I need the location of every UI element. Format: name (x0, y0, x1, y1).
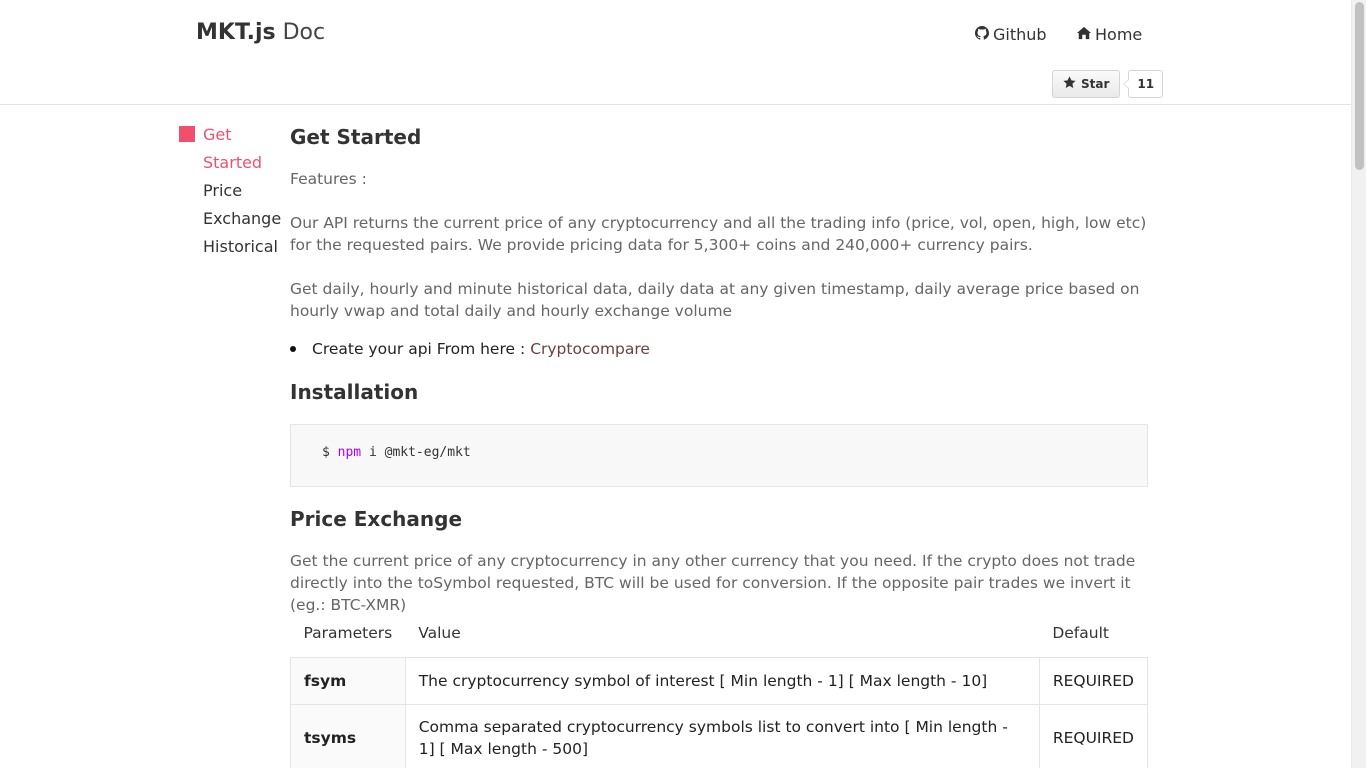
star-icon (1063, 76, 1076, 92)
top-navbar: MKT.js Doc Github Home Star 11 (0, 0, 1351, 105)
cryptocompare-link[interactable]: Cryptocompare (530, 338, 650, 360)
nav-home-link[interactable]: Home (1077, 25, 1142, 44)
install-code-block[interactable]: $ npm i @mkt-eg/mkt (290, 424, 1148, 487)
table-row: fsym The cryptocurrency symbol of intere… (290, 656, 1149, 705)
sidebar-list: Get Started Price Exchange Historical (203, 121, 281, 261)
code-prompt: $ (322, 445, 330, 460)
nav-home-label: Home (1095, 25, 1143, 44)
param-default: REQUIRED (1038, 703, 1149, 768)
brand-suffix: Doc (282, 20, 326, 45)
bullet-icon (290, 346, 296, 352)
code-command: npm (337, 445, 362, 460)
param-name: fsym (290, 656, 406, 705)
section-title-get-started: Get Started (290, 125, 422, 149)
active-section-marker (179, 126, 195, 142)
section-title-price-exchange: Price Exchange (290, 507, 463, 531)
param-name: tsyms (290, 703, 406, 768)
scrollbar-thumb[interactable] (1355, 2, 1364, 170)
features-label: Features : (290, 170, 367, 188)
column-header-default: Default (1052, 624, 1109, 643)
section-title-installation: Installation (290, 380, 419, 404)
nav-github-link[interactable]: Github (975, 25, 1047, 44)
bullet-text: Create your api From here : (312, 340, 526, 358)
column-header-value: Value (418, 624, 461, 643)
param-default: REQUIRED (1038, 656, 1149, 705)
nav-github-label: Github (993, 25, 1047, 44)
github-icon (975, 25, 989, 44)
price-exchange-description: Get the current price of any cryptocurre… (290, 552, 1136, 614)
parameters-table: Parameters Value Default fsym The crypto… (290, 612, 1149, 768)
api-description: Our API returns the current price of any… (290, 214, 1147, 254)
param-value: Comma separated cryptocurrency symbols l… (404, 703, 1040, 768)
list-item: Create your api From here : Cryptocompar… (290, 338, 650, 360)
brand-name: MKT.js (196, 20, 276, 45)
param-value: The cryptocurrency symbol of interest [ … (404, 656, 1040, 705)
star-count-badge[interactable]: 11 (1123, 70, 1164, 98)
page-scrollbar[interactable] (1351, 0, 1366, 768)
historical-description: Get daily, hourly and minute historical … (290, 280, 1140, 320)
table-header-row: Parameters Value Default (291, 612, 1148, 657)
github-star-widget: Star 11 (1052, 70, 1164, 98)
sidebar-item-get-started[interactable]: Get Started (203, 121, 279, 177)
star-label: Star (1081, 77, 1110, 91)
sidebar-item-price-exchange[interactable]: Price Exchange (203, 177, 281, 233)
docs-sidebar: Get Started Price Exchange Historical (179, 121, 281, 261)
sidebar-item-historical[interactable]: Historical (203, 233, 279, 261)
table-row: tsyms Comma separated cryptocurrency sym… (290, 703, 1149, 768)
column-header-parameters: Parameters (303, 624, 393, 643)
brand-logo[interactable]: MKT.js Doc (196, 20, 325, 45)
code-args: i @mkt-eg/mkt (368, 445, 471, 460)
home-icon (1077, 25, 1091, 44)
github-star-button[interactable]: Star (1052, 70, 1121, 98)
